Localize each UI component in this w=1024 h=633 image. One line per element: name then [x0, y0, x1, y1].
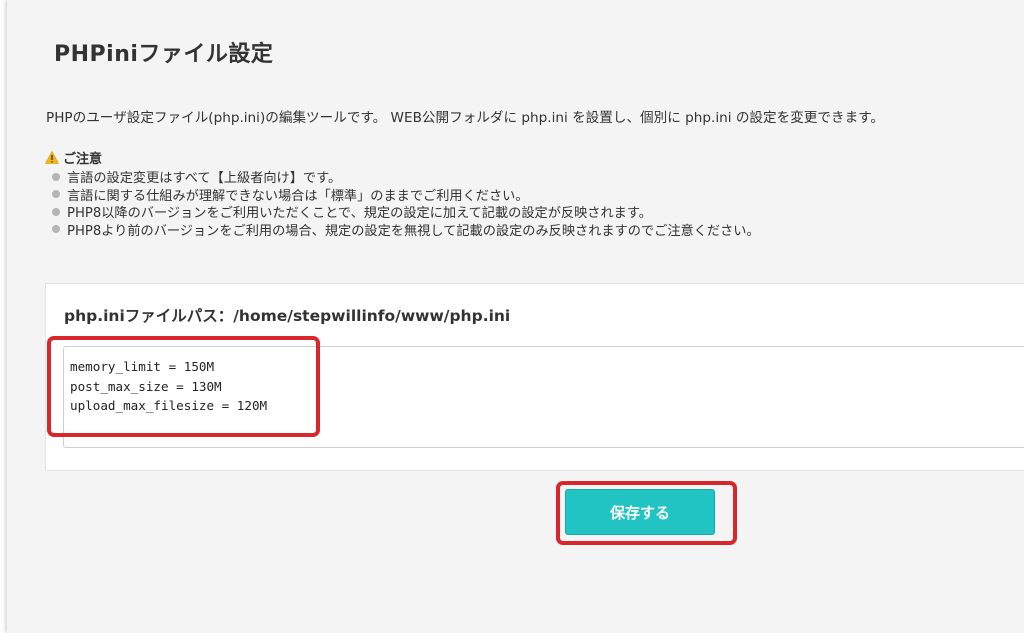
page-description: PHPのユーザ設定ファイル(php.ini)の編集ツールです。 WEB公開フォル…: [46, 110, 884, 126]
php-ini-path-label: php.iniファイルパス：/home/stepwillinfo/www/php…: [64, 307, 511, 325]
warning-icon: [45, 151, 59, 164]
list-item: 言語の設定変更はすべて【上級者向け】です。: [45, 168, 760, 186]
page-title: PHPiniファイル設定: [54, 42, 274, 67]
page-content: PHPiniファイル設定 PHPのユーザ設定ファイル(php.ini)の編集ツー…: [7, 0, 1024, 633]
bullet-icon: [52, 225, 60, 234]
bullet-icon: [52, 172, 60, 181]
list-item: 言語に関する仕組みが理解できない場合は「標準」のままでご利用ください。: [45, 186, 760, 204]
list-item: PHP8以降のバージョンをご利用いただくことで、規定の設定に加えて記載の設定が反…: [45, 203, 760, 221]
php-ini-editor-panel: php.iniファイルパス：/home/stepwillinfo/www/php…: [45, 283, 1024, 471]
notice-heading-text: ご注意: [63, 152, 103, 167]
notice-list: 言語の設定変更はすべて【上級者向け】です。 言語に関する仕組みが理解できない場合…: [45, 168, 760, 239]
bullet-icon: [52, 190, 60, 199]
notice-heading: ご注意: [45, 148, 102, 167]
bullet-icon: [52, 207, 60, 216]
notice-item-text: PHP8以降のバージョンをご利用いただくことで、規定の設定に加えて記載の設定が反…: [67, 206, 652, 222]
list-item: PHP8より前のバージョンをご利用の場合、規定の設定を無視して記載の設定のみ反映…: [45, 221, 760, 239]
save-button[interactable]: 保存する: [565, 489, 715, 535]
notice-item-text: 言語の設定変更はすべて【上級者向け】です。: [67, 171, 342, 187]
php-ini-editor[interactable]: memory_limit = 150M post_max_size = 130M…: [63, 346, 1024, 448]
notice-item-text: 言語に関する仕組みが理解できない場合は「標準」のままでご利用ください。: [67, 188, 529, 204]
notice-item-text: PHP8より前のバージョンをご利用の場合、規定の設定を無視して記載の設定のみ反映…: [67, 223, 760, 239]
